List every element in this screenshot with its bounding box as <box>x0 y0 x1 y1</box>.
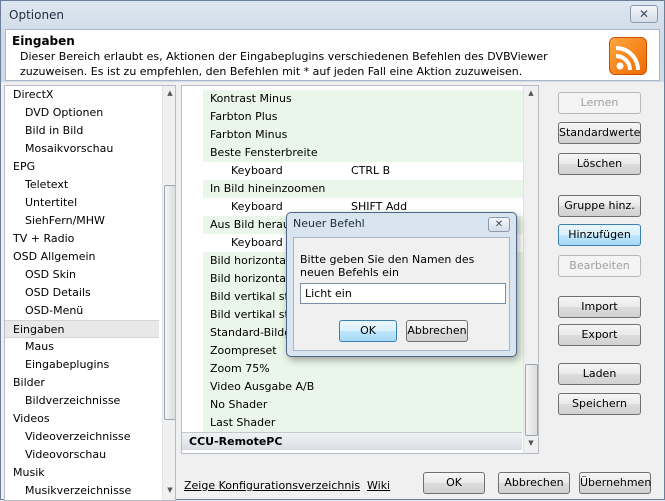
command-row[interactable]: Beste Fensterbreite <box>203 144 527 162</box>
tree-subitem[interactable]: Untertitel <box>5 194 159 212</box>
scroll-up-icon[interactable]: ▲ <box>526 89 536 99</box>
standardwerte-button[interactable]: Standardwerte <box>558 122 641 144</box>
row-label: Aus Bild herau <box>210 218 290 231</box>
loeschen-button[interactable]: Löschen <box>558 153 641 175</box>
row-label: Keyboard <box>231 200 283 213</box>
tree-category[interactable]: TV + Radio <box>5 230 159 248</box>
tree-subitem[interactable]: OSD Details <box>5 284 159 302</box>
tree-subitem[interactable]: Musikverzeichnisse <box>5 482 159 500</box>
rss-icon <box>609 37 647 75</box>
row-label: No Shader <box>210 398 268 411</box>
ok-button[interactable]: OK <box>423 472 485 494</box>
uebernehmen-button[interactable]: Übernehmen <box>579 472 651 494</box>
window-title: Optionen <box>9 8 65 22</box>
row-label: Bild vertikal st <box>210 308 289 321</box>
dialog-prompt: Bitte geben Sie den Namen des neuen Befe… <box>300 253 475 279</box>
command-group-row[interactable]: CCU-RemotePC <box>182 432 522 450</box>
tree-subitem[interactable]: Bildverzeichnisse <box>5 392 159 410</box>
command-row[interactable]: Zoom 75% <box>203 360 527 378</box>
row-label: Video Ausgabe A/B <box>210 380 315 393</box>
command-row[interactable]: Kontrast Minus <box>203 90 527 108</box>
command-row[interactable]: In Bild hineinzoomen <box>203 180 527 198</box>
dialog-cancel-button[interactable]: Abbrechen <box>406 320 468 342</box>
tree-category[interactable]: OSD Allgemein <box>5 248 159 266</box>
header-panel: Eingaben Dieser Bereich erlaubt es, Akti… <box>5 29 660 81</box>
export-button[interactable]: Export <box>558 324 641 346</box>
tree-subitem[interactable]: OSD Skin <box>5 266 159 284</box>
list-scroll-thumb[interactable] <box>525 364 538 436</box>
tree-category[interactable]: Videos <box>5 410 159 428</box>
list-scrollbar[interactable]: ▲ ▼ <box>523 86 538 453</box>
wiki-link[interactable]: Wiki <box>367 479 390 492</box>
keyboard-binding-row[interactable]: Keyboard CTRL B <box>203 162 527 180</box>
row-label: Farbton Minus <box>210 128 288 141</box>
command-row[interactable]: Video Ausgabe A/B <box>203 378 527 396</box>
command-row[interactable]: Farbton Minus <box>203 126 527 144</box>
tree-subitem[interactable]: Eingabeplugins <box>5 356 159 374</box>
bearbeiten-button[interactable]: Bearbeiten <box>558 255 641 277</box>
command-row[interactable]: Last Shader <box>203 414 527 432</box>
tree-category[interactable]: Bilder <box>5 374 159 392</box>
row-label: Kontrast Minus <box>210 92 292 105</box>
row-label: Bild horizontal <box>210 272 290 285</box>
options-window: Optionen ✕ Eingaben Dieser Bereich erlau… <box>0 0 665 501</box>
command-row[interactable]: No Shader <box>203 396 527 414</box>
row-label: CCU-RemotePC <box>189 435 283 448</box>
dialog-close-button[interactable]: ✕ <box>488 217 510 232</box>
tree-category[interactable]: EPG <box>5 158 159 176</box>
gruppe-hinzufuegen-button[interactable]: Gruppe hinz. <box>558 195 641 217</box>
row-label: Bild vertikal st <box>210 290 289 303</box>
scroll-down-icon[interactable]: ▼ <box>526 439 536 449</box>
tree-category[interactable]: DirectX <box>5 86 159 104</box>
tree-subitem[interactable]: Teletext <box>5 176 159 194</box>
row-label: Standard-Bildg <box>210 326 292 339</box>
tree-category[interactable]: Eingaben <box>5 320 159 338</box>
dialog-body: Bitte geben Sie den Namen des neuen Befe… <box>293 237 510 351</box>
page-title: Eingaben <box>12 34 75 48</box>
import-button[interactable]: Import <box>558 296 641 318</box>
tree-subitem[interactable]: DVD Optionen <box>5 104 159 122</box>
tree-subitem[interactable]: Videovorschau <box>5 446 159 464</box>
row-label: Zoompreset <box>210 344 277 357</box>
row-label: Zoom 75% <box>210 362 270 375</box>
scroll-up-icon[interactable]: ▲ <box>165 89 175 99</box>
row-label: Farbton Plus <box>210 110 278 123</box>
row-label: Last Shader <box>210 416 276 429</box>
page-description: Dieser Bereich erlaubt es, Aktionen der … <box>20 50 548 78</box>
command-row[interactable]: Farbton Plus <box>203 108 527 126</box>
tree-subitem[interactable]: OSD-Menü <box>5 302 159 320</box>
tree-subitem[interactable]: Bild in Bild <box>5 122 159 140</box>
row-label: Keyboard <box>231 236 283 249</box>
tree-scroll-thumb[interactable] <box>164 185 175 420</box>
config-directory-link[interactable]: Zeige Konfigurationsverzeichnis <box>184 479 360 492</box>
row-label: In Bild hineinzoomen <box>210 182 326 195</box>
tree-scrollbar[interactable]: ▲ ▼ <box>162 86 175 500</box>
category-tree[interactable]: DirectX DVD Optionen Bild in Bild Mosaikvor… <box>4 85 176 501</box>
lernen-button[interactable]: Lernen <box>558 92 641 114</box>
row-label: Beste Fensterbreite <box>210 146 318 159</box>
speichern-button[interactable]: Speichern <box>558 393 641 415</box>
tree-subitem[interactable]: Mosaikvorschau <box>5 140 159 158</box>
tree-subitem[interactable]: Videoverzeichnisse <box>5 428 159 446</box>
title-bar[interactable]: Optionen ✕ <box>1 1 664 29</box>
row-label: Keyboard <box>231 164 283 177</box>
tree-subitem[interactable]: Maus <box>5 338 159 356</box>
window-close-button[interactable]: ✕ <box>630 5 658 23</box>
key-binding: CTRL B <box>351 164 391 177</box>
command-name-input[interactable]: Licht ein <box>300 283 506 304</box>
tree-category[interactable]: Musik <box>5 464 159 482</box>
scroll-down-icon[interactable]: ▼ <box>165 486 175 496</box>
dialog-title: Neuer Befehl <box>293 217 365 230</box>
dialog-ok-button[interactable]: OK <box>339 320 397 342</box>
abbrechen-button[interactable]: Abbrechen <box>498 472 570 494</box>
row-label: Bild horizontal <box>210 254 290 267</box>
tree-subitem[interactable]: SiehFern/MHW <box>5 212 159 230</box>
new-command-dialog: Neuer Befehl ✕ Bitte geben Sie den Namen… <box>286 212 517 357</box>
laden-button[interactable]: Laden <box>558 363 641 385</box>
hinzufuegen-button[interactable]: Hinzufügen <box>558 224 641 246</box>
